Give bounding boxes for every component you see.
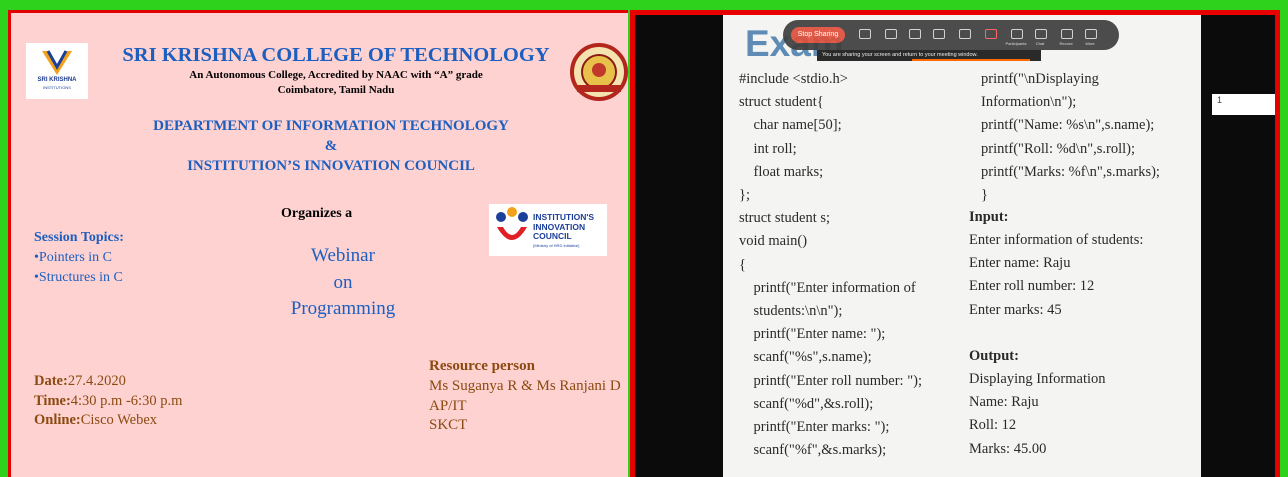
- online-value: Cisco Webex: [80, 412, 158, 428]
- output-line: Roll: 12: [969, 417, 1017, 434]
- time-label: Time:: [34, 393, 71, 409]
- department-heading: DEPARTMENT OF INFORMATION TECHNOLOGY & I…: [11, 116, 628, 176]
- college-name: SRI KRISHNA COLLEGE OF TECHNOLOGY: [122, 44, 550, 66]
- input-line: Enter marks: 45: [969, 301, 1062, 318]
- code-line: {: [739, 256, 746, 273]
- code-line: scanf("%d",&s.roll);: [739, 395, 874, 412]
- college-seal-logo: [569, 43, 628, 101]
- topic-item: •Pointers in C: [34, 250, 113, 265]
- toolbar-button-label: Chat: [1035, 41, 1045, 46]
- toolbar-button-label: Participants: [1005, 41, 1027, 46]
- code-line: struct student{: [739, 94, 824, 111]
- toolbar-button-icon[interactable]: [933, 29, 945, 39]
- input-heading: Input:: [969, 209, 1009, 225]
- code-right-column: printf("\nDisplaying Information\n"); prin…: [981, 68, 1160, 207]
- time-value: 4:30 p.m -6:30 p.m: [70, 393, 183, 409]
- department-line-2: &: [324, 138, 338, 154]
- code-line: printf("Name: %s\n",s.name);: [981, 117, 1155, 134]
- topic-item: •Structures in C: [34, 270, 123, 285]
- code-line: float marks;: [739, 163, 824, 180]
- iic-logo-text: INSTITUTION'S INNOVATION COUNCIL: [533, 212, 594, 242]
- code-line: void main(): [739, 233, 808, 250]
- college-subtitle-1: An Autonomous College, Accredited by NAA…: [189, 69, 483, 81]
- toolbar-button-label: Record: [1059, 41, 1073, 46]
- input-line: Enter roll number: 12: [969, 278, 1095, 295]
- code-line: printf("Roll: %d\n",s.roll);: [981, 140, 1136, 157]
- toolbar-button-icon[interactable]: [985, 29, 997, 39]
- webinar-title-line-2: on: [333, 272, 353, 293]
- input-line: Enter information of students:: [969, 232, 1144, 248]
- toolbar-button-label: More: [1085, 41, 1095, 46]
- online-label: Online:: [34, 412, 81, 428]
- event-date: Date:27.4.2020: [34, 373, 126, 390]
- department-line-1: DEPARTMENT OF INFORMATION TECHNOLOGY: [153, 118, 509, 134]
- iic-logo-line-4: (Ministry of HRD Initiative): [533, 243, 580, 248]
- code-left-column: #include <stdio.h> struct student{ char n…: [739, 68, 922, 462]
- code-line: };: [739, 187, 750, 204]
- toolbar-button-icon[interactable]: [1061, 29, 1073, 39]
- date-label: Date:: [34, 373, 68, 389]
- toolbar-button-icon[interactable]: [1035, 29, 1047, 39]
- shared-screen-video: Exam #include <stdio.h>struct student{ c…: [630, 10, 1280, 477]
- stop-sharing-button[interactable]: Stop Sharing: [791, 27, 845, 43]
- logo-left-text2: INSTITUTIONS: [43, 85, 71, 90]
- iic-logo-line-3: COUNCIL: [533, 231, 572, 241]
- sharing-notification-text: You are sharing your screen and return t…: [822, 52, 978, 58]
- code-line: printf("Enter name: ");: [739, 326, 886, 343]
- resource-person-heading: Resource person: [429, 358, 535, 374]
- iic-emblem-icon: [496, 207, 528, 240]
- toolbar-button-icon[interactable]: [1011, 29, 1023, 39]
- date-value: 27.4.2020: [67, 373, 126, 389]
- side-panel-label: 1: [1217, 95, 1223, 105]
- side-panel-field[interactable]: 1: [1212, 94, 1275, 115]
- code-line: scanf("%f",&s.marks);: [739, 442, 887, 459]
- code-line: #include <stdio.h>: [739, 71, 848, 87]
- toolbar-button-icon[interactable]: [1085, 29, 1097, 39]
- code-line: Information\n");: [981, 94, 1077, 111]
- code-line: printf("Enter marks: ");: [739, 419, 890, 436]
- sharing-notification-banner: You are sharing your screen and return t…: [817, 50, 1041, 61]
- code-line: printf("Enter roll number: ");: [739, 372, 922, 389]
- resource-person-names: Ms Suganya R & Ms Ranjani D: [429, 378, 621, 394]
- sri-krishna-v-icon: [42, 50, 72, 75]
- logo-left-text1: SRI KRISHNA: [37, 77, 77, 83]
- webinar-title-line-1: Webinar: [311, 245, 375, 266]
- code-line: printf("\nDisplaying: [981, 71, 1099, 87]
- code-line: students:\n\n");: [739, 303, 843, 320]
- iic-logo: INSTITUTION'S INNOVATION COUNCIL (Minist…: [489, 204, 607, 256]
- sri-krishna-logo: SRI KRISHNA INSTITUTIONS: [26, 43, 88, 99]
- organizes-text: Organizes a: [281, 206, 353, 221]
- code-slide: Exam #include <stdio.h>struct student{ c…: [723, 15, 1201, 477]
- code-line: char name[50];: [739, 117, 842, 134]
- output-line: Marks: 45.00: [969, 440, 1047, 457]
- webinar-title-line-3: Programming: [290, 298, 396, 319]
- input-lines: Enter information of students: Enter name…: [969, 229, 1143, 322]
- webex-share-toolbar: Stop Sharing Participants Chat Record More: [783, 20, 1119, 50]
- output-lines: Displaying Information Name: Raju Roll: 12…: [969, 368, 1106, 461]
- code-line: struct student s;: [739, 210, 831, 227]
- code-line: printf("Marks: %f\n",s.marks);: [981, 163, 1160, 180]
- output-heading: Output:: [969, 348, 1019, 364]
- toolbar-button-icon[interactable]: [909, 29, 921, 39]
- code-line: scanf("%s",s.name);: [739, 349, 872, 366]
- webinar-poster: SRI KRISHNA INSTITUTIONS SRI KRISHNA COL…: [8, 10, 628, 477]
- code-line: int roll;: [739, 140, 797, 157]
- toolbar-button-icon[interactable]: [859, 29, 871, 39]
- event-time: Time:4:30 p.m -6:30 p.m: [34, 393, 182, 410]
- resource-person-dept: AP/IT: [429, 398, 467, 414]
- toolbar-button-icon[interactable]: [885, 29, 897, 39]
- input-line: Enter name: Raju: [969, 255, 1071, 272]
- code-line: }: [981, 187, 988, 204]
- banner-underline: [912, 59, 1030, 61]
- college-subtitle-2: Coimbatore, Tamil Nadu: [277, 84, 395, 96]
- event-platform: Online:Cisco Webex: [34, 412, 157, 429]
- output-line: Name: Raju: [969, 394, 1039, 411]
- session-topics-heading: Session Topics:: [34, 230, 124, 245]
- code-line: printf("Enter information of: [739, 279, 916, 296]
- department-line-3: INSTITUTION’S INNOVATION COUNCIL: [187, 158, 475, 174]
- resource-person-institute: SKCT: [429, 417, 468, 433]
- toolbar-button-icon[interactable]: [959, 29, 971, 39]
- college-seal-icon: [570, 43, 628, 101]
- output-line: Displaying Information: [969, 371, 1106, 387]
